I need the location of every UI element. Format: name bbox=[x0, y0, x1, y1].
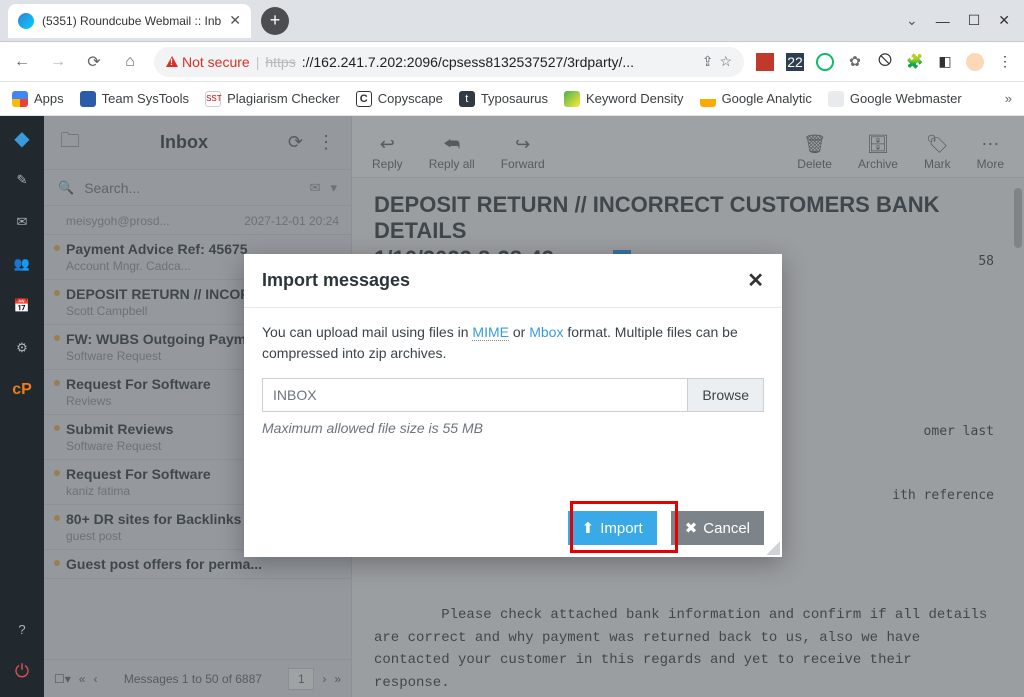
upload-icon: ⬆ bbox=[582, 519, 595, 537]
logout-icon[interactable]: ⏻ bbox=[10, 659, 34, 683]
frag-text: ith reference bbox=[892, 488, 994, 503]
omnibox[interactable]: Not secure | https://162.241.7.202:2096/… bbox=[154, 47, 744, 77]
app-logo-icon[interactable]: ◆ bbox=[10, 126, 34, 150]
close-icon: ✖ bbox=[685, 519, 698, 537]
extension-icons: 22 ✿ 🛇 🧩 ◧ ⋮ bbox=[756, 53, 1014, 71]
tab-dropdown-icon[interactable]: ⌄ bbox=[906, 12, 918, 29]
bookmark-apps[interactable]: Apps bbox=[12, 91, 64, 107]
sidepanel-icon[interactable]: ◧ bbox=[936, 53, 954, 71]
message-toolbar: ↩Reply ⮪Reply all ↪Forward 🗑Delete 🗄Arch… bbox=[352, 116, 1024, 178]
kebab-menu-icon[interactable]: ⋮ bbox=[996, 53, 1014, 71]
dialog-text: You can upload mail using files in MIME … bbox=[262, 322, 764, 364]
close-window-icon[interactable]: ✕ bbox=[998, 12, 1010, 29]
select-toggle-icon[interactable]: ☐▾ bbox=[54, 672, 71, 686]
ext-icon-gear[interactable]: ✿ bbox=[846, 53, 864, 71]
import-button[interactable]: ⬆ Import bbox=[568, 511, 657, 545]
browser-titlebar: (5351) Roundcube Webmail :: Inb ✕ + ⌄ — … bbox=[0, 0, 1024, 42]
folder-title: Inbox bbox=[94, 132, 274, 153]
bookmark-analytics[interactable]: Google Analytic bbox=[700, 91, 812, 107]
address-bar: ← → ⟳ ⌂ Not secure | https://162.241.7.2… bbox=[0, 42, 1024, 82]
cpanel-icon[interactable]: cP bbox=[10, 378, 34, 402]
profile-avatar[interactable] bbox=[966, 53, 984, 71]
window-controls: ⌄ — ☐ ✕ bbox=[906, 12, 1024, 29]
frag-text: 58 bbox=[978, 254, 994, 269]
reply-button[interactable]: ↩Reply bbox=[372, 134, 403, 171]
search-scope-icon[interactable]: ✉ bbox=[310, 180, 321, 196]
resize-handle-icon[interactable] bbox=[766, 541, 780, 555]
tab-close-icon[interactable]: ✕ bbox=[229, 12, 241, 29]
bookmark-overflow-icon[interactable]: » bbox=[1005, 91, 1012, 106]
bookmark-star-icon[interactable]: ☆ bbox=[719, 53, 732, 70]
pager-first-icon[interactable]: « bbox=[79, 672, 86, 686]
refresh-icon[interactable]: ⟳ bbox=[288, 132, 303, 153]
dialog-close-icon[interactable]: ✕ bbox=[747, 268, 764, 293]
browser-tab[interactable]: (5351) Roundcube Webmail :: Inb ✕ bbox=[8, 4, 251, 38]
bookmark-typosaurus[interactable]: tTyposaurus bbox=[459, 91, 548, 107]
compose-icon[interactable]: ✎ bbox=[10, 168, 34, 192]
help-icon[interactable]: ? bbox=[10, 617, 34, 641]
message-body: Please check attached bank information a… bbox=[374, 582, 1002, 697]
reply-all-button[interactable]: ⮪Reply all bbox=[429, 134, 475, 171]
pager-page-input[interactable]: 1 bbox=[288, 668, 314, 690]
extensions-icon[interactable]: 🧩 bbox=[906, 53, 924, 71]
back-icon[interactable]: ← bbox=[10, 53, 34, 71]
dialog-title: Import messages bbox=[262, 270, 410, 291]
import-file-input[interactable] bbox=[262, 378, 687, 412]
import-messages-dialog: Import messages ✕ You can upload mail us… bbox=[244, 254, 782, 557]
new-tab-button[interactable]: + bbox=[261, 7, 289, 35]
search-input[interactable] bbox=[84, 180, 299, 196]
bookmark-systools[interactable]: Team SysTools bbox=[80, 91, 189, 107]
share-icon[interactable]: ⇪ bbox=[702, 53, 714, 70]
maximize-icon[interactable]: ☐ bbox=[968, 12, 981, 29]
message-subject: DEPOSIT RETURN // INCORRECT CUSTOMERS BA… bbox=[374, 192, 1002, 244]
cancel-button[interactable]: ✖ Cancel bbox=[671, 511, 764, 545]
browse-button[interactable]: Browse bbox=[687, 378, 764, 412]
minimize-icon[interactable]: — bbox=[936, 13, 950, 29]
search-icon[interactable]: 🔍 bbox=[58, 180, 74, 196]
home-icon[interactable]: ⌂ bbox=[118, 53, 142, 71]
settings-icon[interactable]: ⚙ bbox=[10, 336, 34, 360]
frag-text: omer last bbox=[924, 424, 994, 439]
url-text: ://162.241.7.202:2096/cpsess8132537527/3… bbox=[302, 54, 634, 70]
search-options-icon[interactable]: ▾ bbox=[330, 180, 337, 196]
delete-button[interactable]: 🗑Delete bbox=[797, 134, 832, 171]
mbox-link[interactable]: Mbox bbox=[529, 324, 563, 340]
mark-button[interactable]: 🏷Mark bbox=[924, 134, 951, 171]
ext-icon-2[interactable]: 22 bbox=[786, 53, 804, 71]
scrollbar[interactable] bbox=[1014, 188, 1022, 248]
pager-last-icon[interactable]: » bbox=[334, 672, 341, 686]
bookmark-keyword[interactable]: Keyword Density bbox=[564, 91, 684, 107]
bookmark-plagiarism[interactable]: SSTPlagiarism Checker bbox=[205, 91, 340, 107]
archive-button[interactable]: 🗄Archive bbox=[858, 134, 898, 171]
calendar-icon[interactable]: 📅 bbox=[10, 294, 34, 318]
pager-text: Messages 1 to 50 of 6887 bbox=[105, 672, 280, 686]
ext-icon-grammarly[interactable] bbox=[816, 53, 834, 71]
pager-next-icon[interactable]: › bbox=[322, 672, 326, 686]
forward-icon: → bbox=[46, 53, 70, 71]
pager: ☐▾ « ‹ Messages 1 to 50 of 6887 1 › » bbox=[44, 659, 351, 697]
not-secure-warning[interactable]: Not secure bbox=[166, 54, 250, 70]
bookmark-copyscape[interactable]: CCopyscape bbox=[356, 91, 443, 107]
mail-icon[interactable]: ✉ bbox=[10, 210, 34, 234]
more-button[interactable]: ⋯More bbox=[977, 134, 1004, 171]
contacts-icon[interactable]: 👥 bbox=[10, 252, 34, 276]
folder-icon[interactable]: 🗀 bbox=[60, 126, 80, 160]
ext-icon-1[interactable] bbox=[756, 53, 774, 71]
ext-icon-block[interactable]: 🛇 bbox=[876, 53, 894, 71]
forward-button[interactable]: ↪Forward bbox=[501, 134, 545, 171]
reload-icon[interactable]: ⟳ bbox=[82, 52, 106, 72]
bookmark-webmaster[interactable]: Google Webmaster bbox=[828, 91, 962, 107]
mime-link[interactable]: MIME bbox=[472, 324, 509, 341]
favicon bbox=[18, 13, 34, 29]
bookmarks-bar: Apps Team SysTools SSTPlagiarism Checker… bbox=[0, 82, 1024, 116]
url-scheme: https bbox=[265, 54, 295, 70]
tab-title: (5351) Roundcube Webmail :: Inb bbox=[42, 14, 221, 28]
file-size-hint: Maximum allowed file size is 55 MB bbox=[262, 420, 764, 436]
pager-prev-icon[interactable]: ‹ bbox=[93, 672, 97, 686]
left-rail: ◆ ✎ ✉ 👥 📅 ⚙ cP ? ⏻ bbox=[0, 116, 44, 697]
folder-menu-icon[interactable]: ⋮ bbox=[317, 132, 335, 153]
